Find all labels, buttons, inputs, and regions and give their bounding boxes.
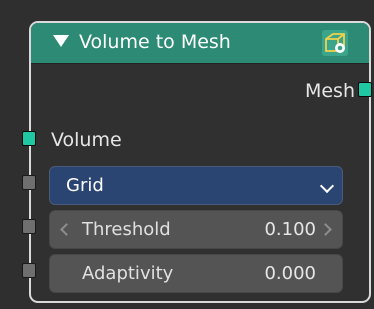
decrement-arrow-icon[interactable] xyxy=(60,223,73,236)
collapse-arrow-icon[interactable] xyxy=(53,35,69,47)
adaptivity-label: Adaptivity xyxy=(82,263,174,284)
input-adaptivity-socket[interactable] xyxy=(22,263,36,278)
input-resolution-socket[interactable] xyxy=(22,175,36,190)
volume-to-mesh-node[interactable]: Volume to Mesh Mesh Volume Grid Threshol… xyxy=(29,21,371,303)
output-mesh-label: Mesh xyxy=(304,80,355,102)
input-volume-label: Volume xyxy=(51,129,122,151)
input-threshold-socket[interactable] xyxy=(22,219,36,234)
input-volume-socket[interactable] xyxy=(22,131,36,146)
increment-arrow-icon[interactable] xyxy=(319,223,332,236)
output-mesh-socket[interactable] xyxy=(358,82,372,97)
threshold-label: Threshold xyxy=(82,219,171,240)
dropdown-value: Grid xyxy=(66,175,104,196)
chevron-down-icon xyxy=(319,178,335,194)
threshold-field[interactable]: Threshold 0.100 xyxy=(49,210,343,249)
adaptivity-value: 0.000 xyxy=(264,263,316,284)
node-header[interactable]: Volume to Mesh xyxy=(31,23,369,64)
resolution-mode-dropdown[interactable]: Grid xyxy=(49,166,343,205)
threshold-value: 0.100 xyxy=(264,219,316,240)
node-title: Volume to Mesh xyxy=(79,31,231,53)
mesh-volume-icon xyxy=(322,30,348,56)
adaptivity-field[interactable]: Adaptivity 0.000 xyxy=(49,254,343,293)
